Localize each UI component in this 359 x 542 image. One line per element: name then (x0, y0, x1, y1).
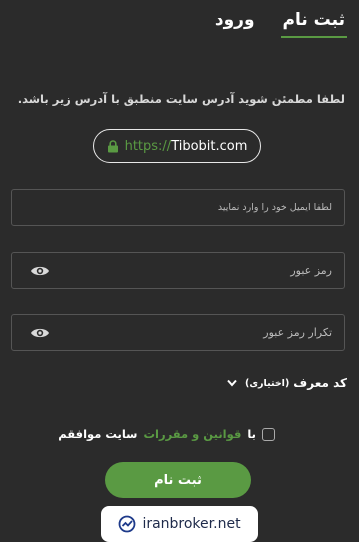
eye-icon[interactable] (30, 326, 50, 340)
url-domain: Tibobit.com (171, 138, 248, 154)
confirm-password-input[interactable] (50, 325, 334, 340)
watermark-text: iranbroker.net (142, 516, 241, 532)
register-button[interactable]: ثبت نام (105, 462, 251, 498)
auth-tabs: ثبت نام ورود (213, 8, 347, 38)
tab-register[interactable]: ثبت نام (280, 8, 347, 38)
tab-login[interactable]: ورود (213, 8, 257, 38)
chevron-down-icon (227, 379, 237, 387)
url-notice: لطفا مطمئن شوید آدرس سایت منطبق با آدرس … (17, 92, 345, 106)
terms-link[interactable]: قوانین و مقررات (143, 427, 241, 441)
eye-icon[interactable] (30, 264, 50, 278)
referral-label: کد معرف (293, 376, 347, 390)
referral-optional: (اختیاری) (245, 377, 290, 389)
broker-logo-icon (119, 515, 136, 533)
terms-suffix: سایت موافقم (58, 427, 138, 441)
url-badge: https://Tibobit.com (93, 129, 261, 163)
email-field[interactable] (11, 189, 345, 226)
email-input[interactable] (22, 201, 334, 214)
terms-checkbox[interactable] (262, 427, 275, 441)
password-field[interactable] (11, 252, 345, 289)
confirm-password-field[interactable] (11, 314, 345, 351)
password-input[interactable] (50, 263, 334, 278)
lock-icon (107, 139, 118, 152)
referral-toggle[interactable]: کد معرف (اختیاری) (227, 376, 347, 390)
terms-agreement: با قوانین و مقررات سایت موافقم (58, 427, 275, 441)
url-prefix: https:// (124, 138, 172, 154)
terms-prefix: با (247, 427, 256, 441)
